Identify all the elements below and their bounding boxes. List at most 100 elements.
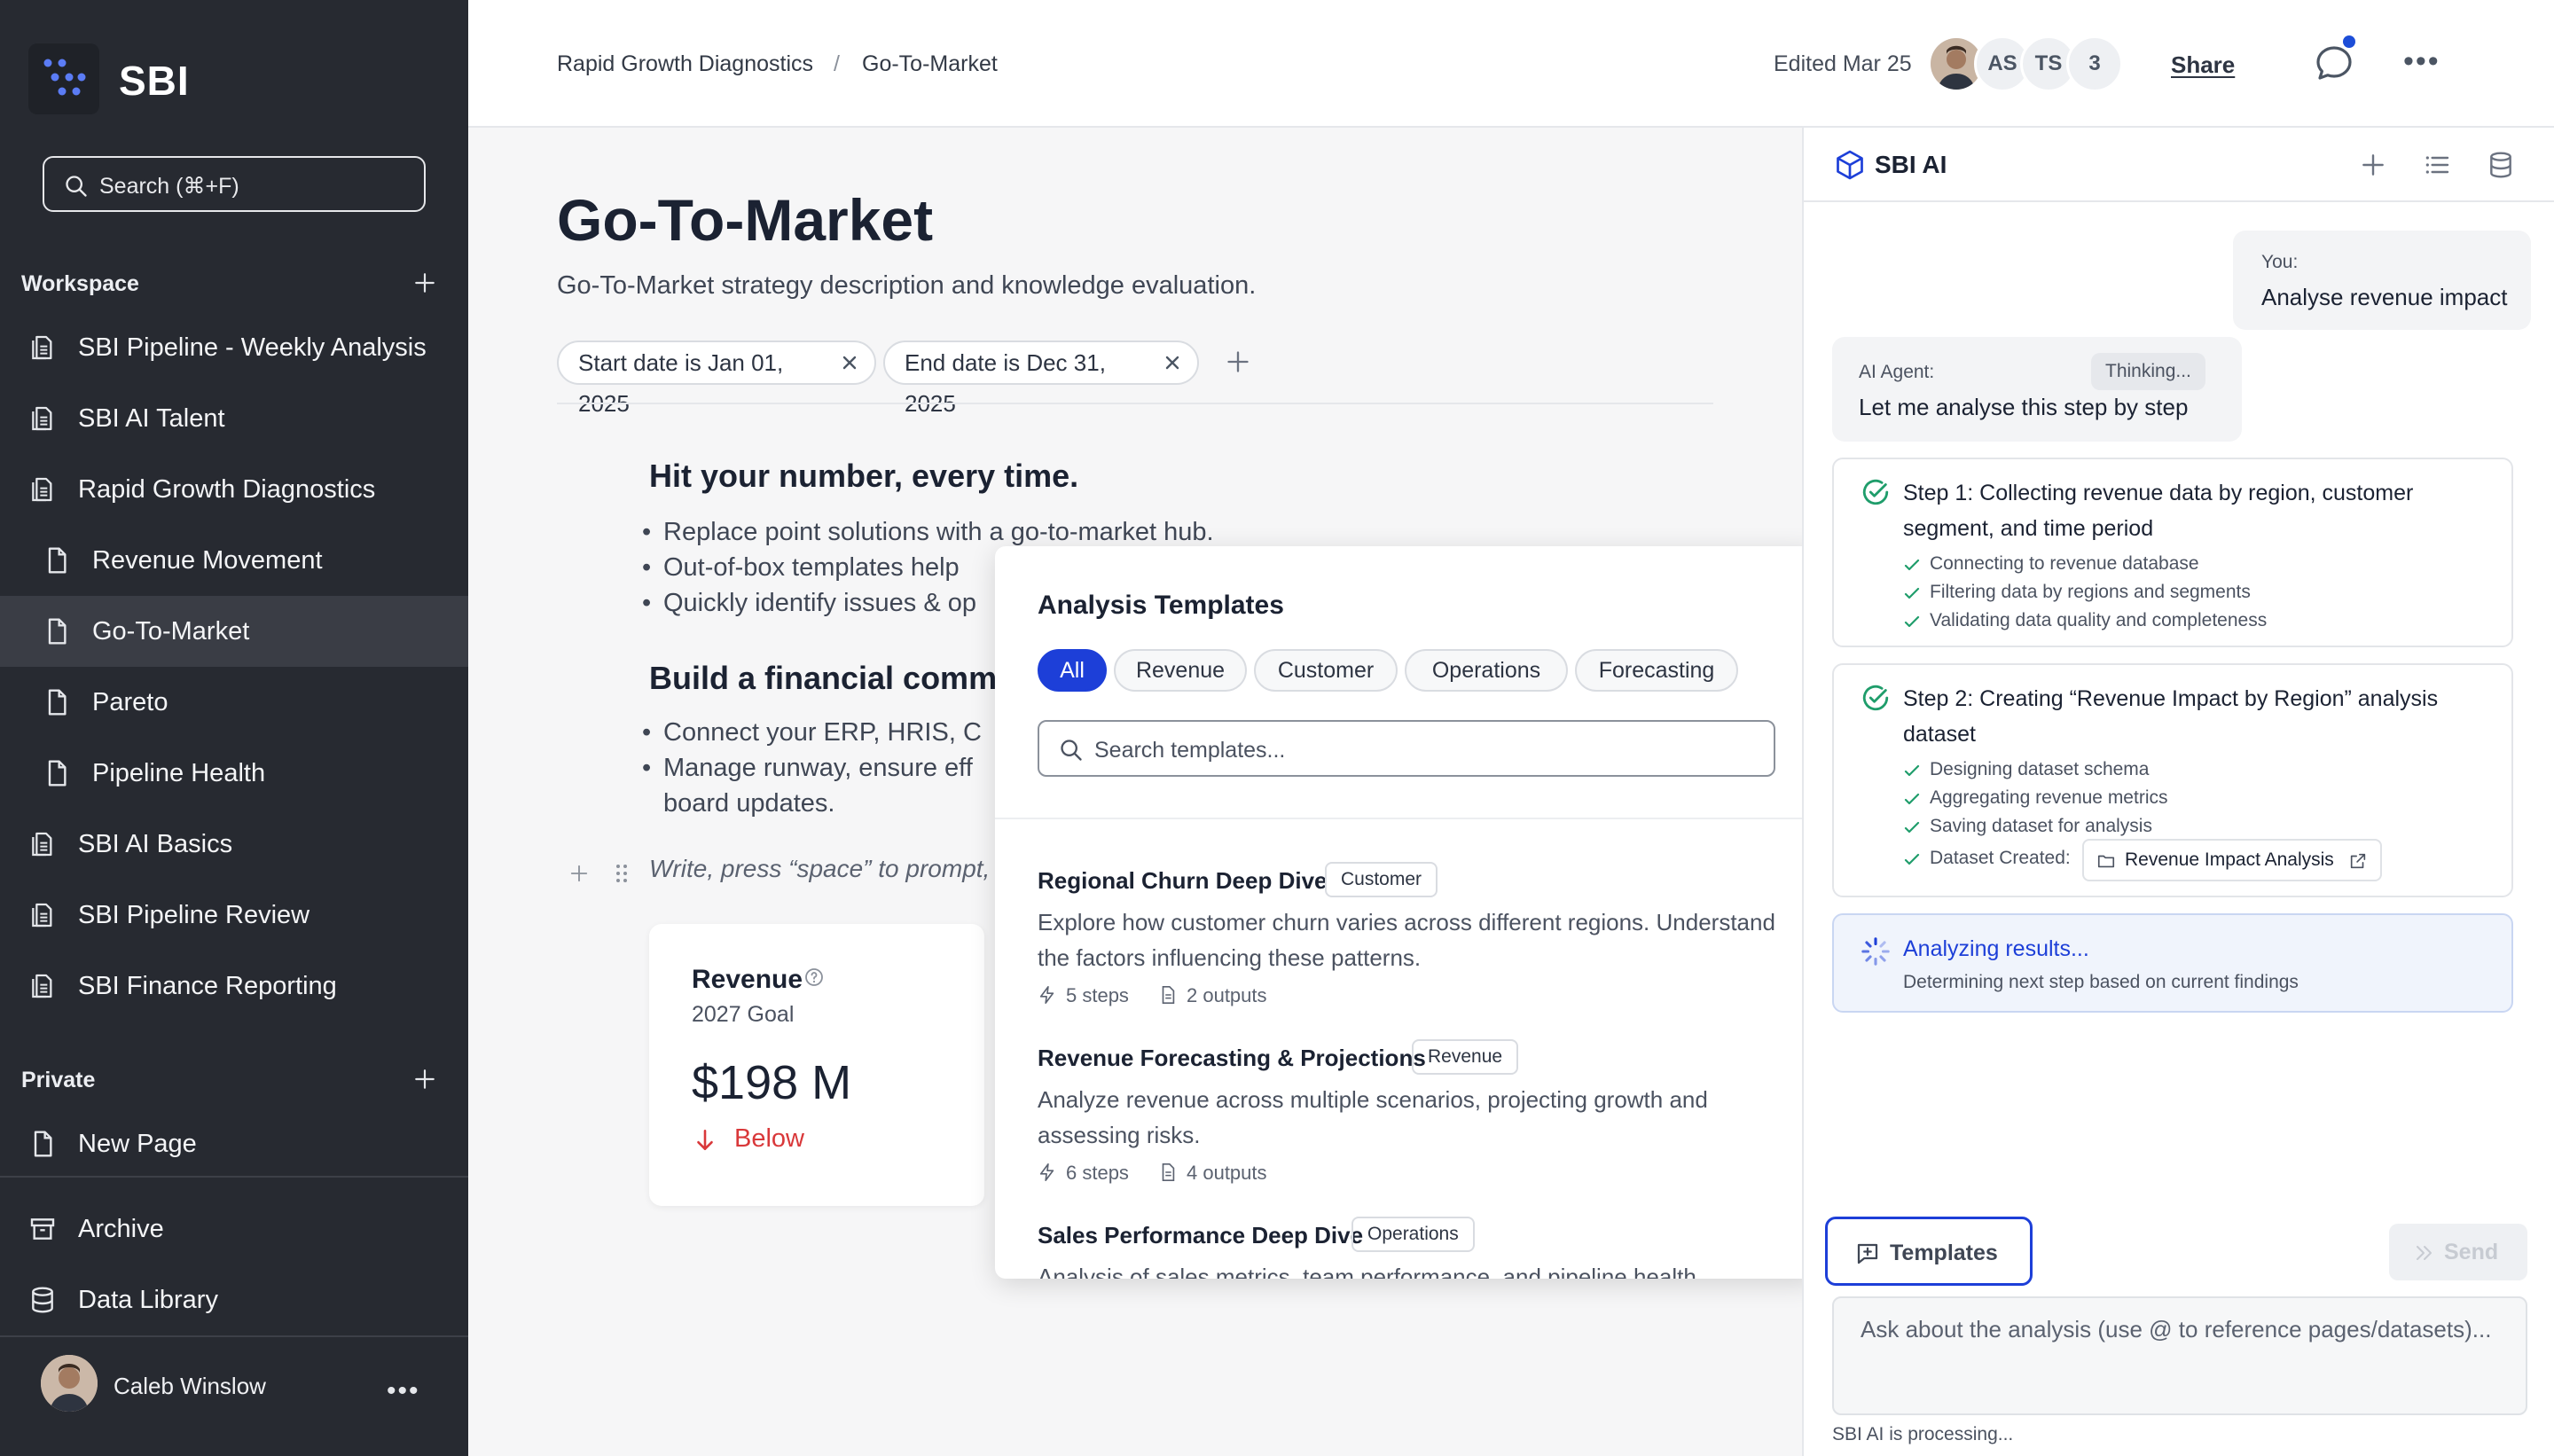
- template-description: Analysis of sales metrics, team performa…: [1038, 1264, 1696, 1279]
- add-private-page-icon[interactable]: [413, 1068, 436, 1091]
- template-tag: Customer: [1325, 862, 1438, 897]
- sidebar-item[interactable]: Pipeline Health: [0, 738, 468, 809]
- tab-all[interactable]: All: [1038, 649, 1107, 692]
- new-chat-plus-icon[interactable]: [2359, 151, 2387, 179]
- tab-revenue[interactable]: Revenue: [1114, 649, 1247, 692]
- send-button-label: Send: [2444, 1240, 2499, 1264]
- step-title: Step 2: Creating “Revenue Impact by Regi…: [1903, 686, 2439, 747]
- sidebar-item[interactable]: SBI Finance Reporting: [0, 951, 468, 1022]
- filter-chip-label: End date is Dec 31, 2025: [905, 349, 1106, 417]
- brand-logo: [28, 43, 99, 114]
- ai-prompt-input[interactable]: Ask about the analysis (use @ to referen…: [1832, 1296, 2527, 1415]
- check-icon: [1904, 764, 1920, 777]
- sidebar-item-data-library[interactable]: Data Library: [0, 1264, 468, 1335]
- tab-operations[interactable]: Operations: [1405, 649, 1568, 692]
- analyzing-title: Analyzing results...: [1903, 936, 2089, 961]
- search-placeholder: Search templates...: [1094, 738, 1286, 763]
- sidebar-item-label: SBI Pipeline - Weekly Analysis: [78, 333, 427, 362]
- help-icon[interactable]: [803, 967, 825, 988]
- template-description: Explore how customer churn varies across…: [1038, 909, 1775, 971]
- step-substep: Saving dataset for analysis: [1930, 816, 2152, 836]
- double-chevron-right-icon: [2417, 1246, 2432, 1260]
- check-icon: [1904, 793, 1920, 805]
- add-workspace-page-icon[interactable]: [413, 271, 436, 294]
- drag-handle-icon[interactable]: [612, 862, 631, 885]
- sidebar-divider: [0, 1176, 468, 1178]
- section-heading: Build a financial comma: [649, 660, 1015, 696]
- message-text: Let me analyse this step by step: [1859, 394, 2189, 420]
- sidebar-item-label: Revenue Movement: [92, 546, 323, 575]
- share-button[interactable]: Share: [2171, 51, 2235, 79]
- sidebar-item-label: New Page: [78, 1130, 197, 1158]
- more-options-icon[interactable]: •••: [2403, 44, 2440, 79]
- template-title[interactable]: Sales Performance Deep Dive: [1038, 1222, 1363, 1249]
- sidebar-item[interactable]: SBI Pipeline Review: [0, 880, 468, 951]
- breadcrumb-parent[interactable]: Rapid Growth Diagnostics: [557, 51, 813, 77]
- template-tag: Revenue: [1412, 1039, 1519, 1075]
- breadcrumb-separator: /: [834, 51, 840, 76]
- sidebar-divider: [0, 1335, 468, 1337]
- ai-panel-header: SBI AI: [1804, 128, 2554, 202]
- sidebar-item[interactable]: Revenue Movement: [0, 525, 468, 596]
- sidebar-item-label: SBI AI Talent: [78, 404, 225, 433]
- folder-icon: [2097, 855, 2115, 868]
- dataset-link-chip[interactable]: Revenue Impact Analysis: [2082, 839, 2382, 881]
- notification-dot: [2343, 35, 2355, 48]
- document-icon: [1162, 1163, 1175, 1181]
- step-substep: Connecting to revenue database: [1930, 553, 2199, 574]
- sidebar-item[interactable]: SBI AI Talent: [0, 383, 468, 454]
- user-photo-icon: [41, 1355, 98, 1412]
- template-search-input[interactable]: Search templates...: [1038, 720, 1775, 777]
- list-icon[interactable]: [2423, 151, 2451, 179]
- workspace-heading: Workspace: [21, 271, 139, 296]
- user-avatar[interactable]: [41, 1355, 98, 1412]
- bullet-item: Out-of-box templates help: [642, 553, 960, 583]
- template-description: Analyze revenue across multiple scenario…: [1038, 1086, 1708, 1148]
- user-menu-more-icon[interactable]: •••: [387, 1376, 420, 1406]
- sidebar-item-archive[interactable]: Archive: [0, 1194, 468, 1264]
- check-icon: [1904, 559, 1920, 571]
- sidebar-item[interactable]: Rapid Growth Diagnostics: [0, 454, 468, 525]
- sidebar-item[interactable]: SBI Pipeline - Weekly Analysis: [0, 312, 468, 383]
- sidebar-item-new-page[interactable]: New Page: [0, 1108, 468, 1179]
- arrow-down-icon: [697, 1129, 713, 1150]
- database-icon[interactable]: [2487, 151, 2515, 179]
- remove-filter-icon[interactable]: [841, 354, 858, 372]
- template-title[interactable]: Revenue Forecasting & Projections: [1038, 1045, 1426, 1072]
- template-title[interactable]: Regional Churn Deep Dive: [1038, 867, 1328, 895]
- edited-timestamp: Edited Mar 25: [1774, 51, 1912, 76]
- filter-chip-start-date[interactable]: Start date is Jan 01, 2025: [557, 341, 876, 417]
- send-button[interactable]: Send: [2389, 1224, 2527, 1280]
- filter-chip-end-date[interactable]: End date is Dec 31, 2025: [883, 341, 1199, 417]
- user-message-bubble: You: Analyse revenue impact: [2233, 231, 2531, 330]
- sidebar-item-label: SBI AI Basics: [78, 830, 233, 858]
- tab-customer[interactable]: Customer: [1254, 649, 1398, 692]
- add-filter-icon[interactable]: [1226, 349, 1250, 374]
- sidebar-item[interactable]: SBI AI Basics: [0, 809, 468, 880]
- collaborator-count[interactable]: 3: [2066, 35, 2123, 92]
- sidebar-search[interactable]: Search (⌘+F): [43, 156, 426, 212]
- remove-filter-icon[interactable]: [1163, 354, 1181, 372]
- ai-panel-title: SBI AI: [1875, 151, 1947, 178]
- tab-forecasting[interactable]: Forecasting: [1575, 649, 1738, 692]
- kpi-card-revenue[interactable]: Revenue 2027 Goal $198 M Below: [649, 924, 984, 1206]
- breadcrumb-current[interactable]: Go-To-Market: [862, 51, 998, 77]
- check-icon: [1904, 615, 1920, 628]
- bullet-item: Manage runway, ensure eff: [642, 754, 973, 783]
- block-prompt-placeholder[interactable]: Write, press “space” to prompt, “: [649, 855, 1005, 883]
- page-icon: [34, 1131, 52, 1157]
- pages-icon: [32, 335, 52, 360]
- comments-icon[interactable]: [2313, 43, 2355, 85]
- pages-icon: [32, 832, 52, 857]
- loading-spinner-icon: [1861, 937, 1890, 966]
- template-steps: 5 steps: [1066, 984, 1129, 1006]
- ai-panel: SBI AI You: Analyse revenue impact AI Ag…: [1802, 128, 2554, 1456]
- sidebar-item[interactable]: Go-To-Market: [0, 596, 468, 667]
- sidebar-item[interactable]: Pareto: [0, 667, 468, 738]
- lightning-icon: [1039, 986, 1054, 1004]
- pages-icon: [32, 903, 52, 928]
- status-badge: Thinking...: [2091, 353, 2205, 390]
- page-icon: [48, 618, 67, 645]
- templates-button[interactable]: Templates: [1825, 1217, 2033, 1286]
- add-block-icon[interactable]: [569, 864, 589, 883]
